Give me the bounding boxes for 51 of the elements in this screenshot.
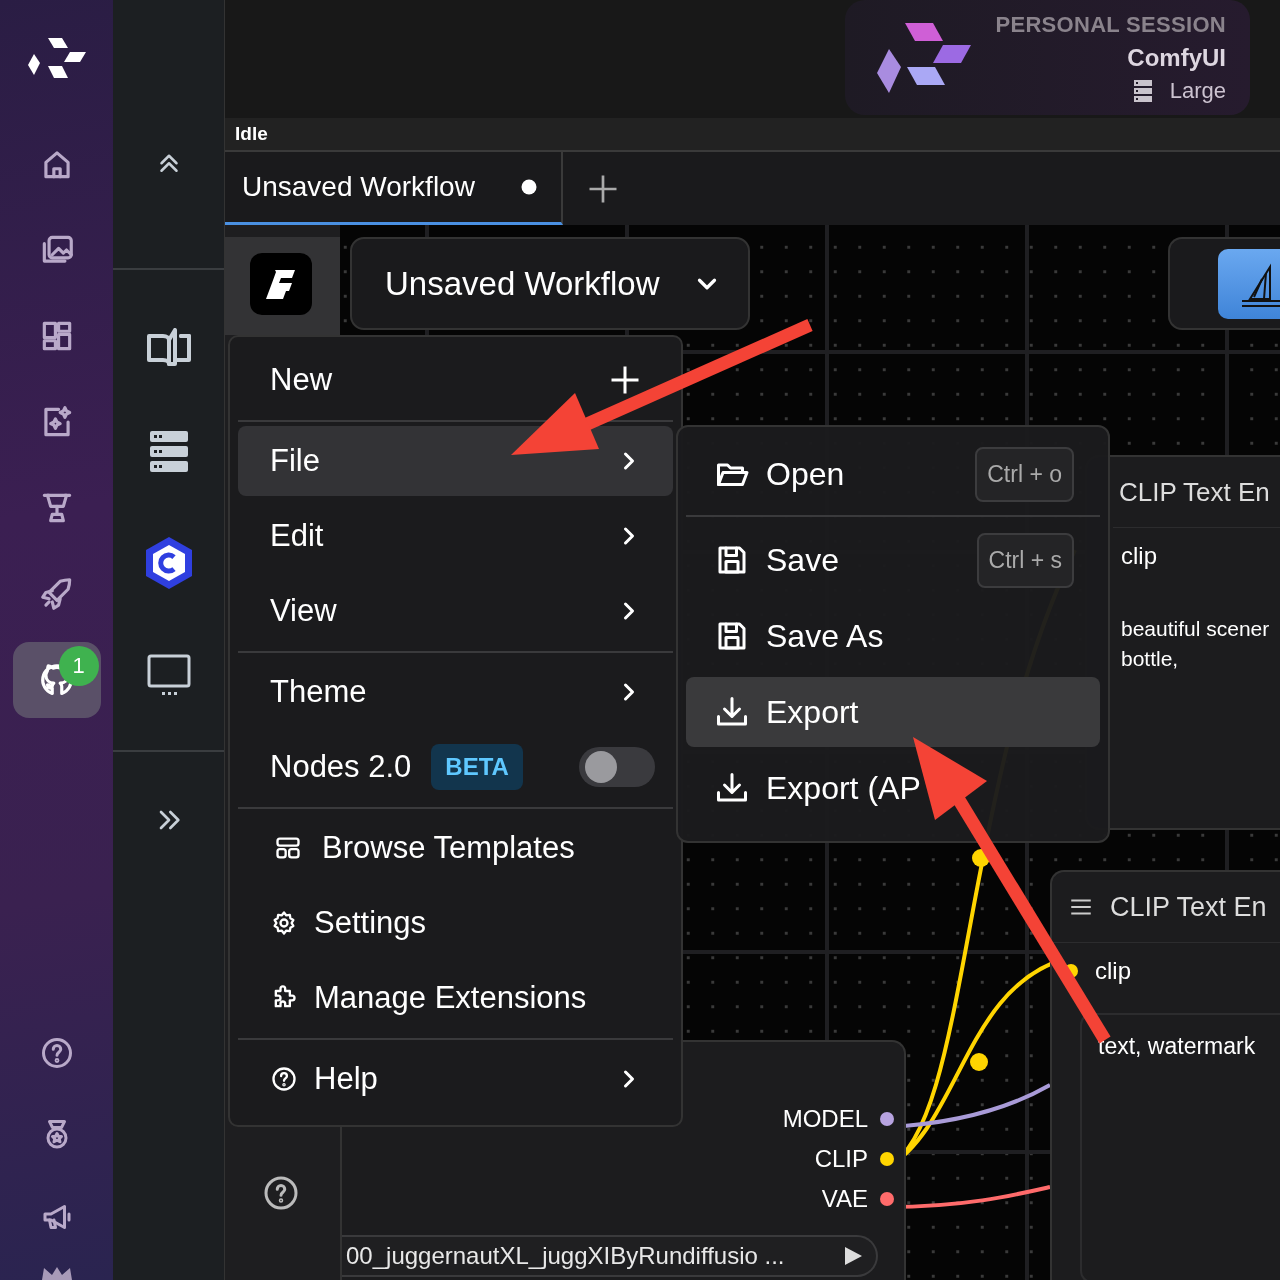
menu-item[interactable]: Browse Templates <box>238 813 673 883</box>
server-stack-icon[interactable] <box>148 430 189 474</box>
server-icon <box>1133 79 1152 102</box>
session-name: ComfyUI <box>1127 43 1226 72</box>
menu-item[interactable]: New <box>238 345 673 415</box>
beta-badge: BETA <box>431 744 523 790</box>
prompt-text-line: beautiful scener <box>1121 616 1271 642</box>
monitor-icon[interactable] <box>145 652 192 698</box>
input-socket-icon[interactable] <box>1064 964 1078 978</box>
output-label: CLIP <box>814 1145 868 1173</box>
output-socket[interactable] <box>880 1152 894 1166</box>
help-icon <box>270 1065 298 1093</box>
output-socket[interactable] <box>880 1112 894 1126</box>
hexagon-logo-icon[interactable] <box>143 536 194 590</box>
session-size-label: Large <box>1169 77 1226 104</box>
node-title: CLIP Text En <box>1119 476 1270 508</box>
unsaved-dot-icon <box>521 179 537 195</box>
prompt-text-line: bottle, <box>1121 646 1180 672</box>
menu-item[interactable]: Nodes 2.0 BETA <box>238 732 673 802</box>
menu-item[interactable]: Edit <box>238 501 673 571</box>
output-label: MODEL <box>782 1105 868 1133</box>
menu-item[interactable]: Export <box>686 677 1100 747</box>
model-selector[interactable]: 00_juggernautXL_juggXIByRundiffusio ... <box>342 1235 878 1277</box>
workflow-dropdown[interactable]: Unsaved Workflow <box>350 237 750 330</box>
menu-item[interactable]: Manage Extensions <box>238 963 673 1033</box>
menu-item[interactable]: File <box>238 426 673 496</box>
app-button[interactable] <box>1218 248 1280 319</box>
shortcut-key: Ctrl + o <box>975 446 1074 502</box>
toggle-switch[interactable] <box>579 747 655 787</box>
session-card[interactable]: PERSONAL SESSION ComfyUI Large <box>845 0 1250 115</box>
help-icon[interactable] <box>263 1175 299 1211</box>
input-label: clip <box>1095 957 1131 985</box>
crown-icon <box>39 1266 74 1280</box>
prompt-field[interactable]: text, watermark <box>1080 1013 1280 1280</box>
prompt-text-line: text, watermark <box>1098 1032 1257 1061</box>
session-label: PERSONAL SESSION <box>995 11 1226 38</box>
menu-item[interactable]: View <box>238 576 673 646</box>
notification-badge: 1 <box>58 646 99 686</box>
node-card[interactable]: CLIP Text En clip text, watermark <box>1050 870 1280 1280</box>
menu-item[interactable]: Settings <box>238 888 673 958</box>
output-label: VAE <box>821 1185 868 1213</box>
status-text: Idle <box>235 123 268 145</box>
menu-item[interactable]: Theme <box>238 657 673 727</box>
book-icon[interactable] <box>144 328 193 368</box>
node-canvas[interactable] <box>225 225 1280 1280</box>
shortcut-key: Ctrl + s <box>976 532 1074 588</box>
output-socket[interactable] <box>880 1192 894 1206</box>
play-icon <box>842 1245 864 1267</box>
app-menu-button[interactable] <box>250 253 312 315</box>
input-label: clip <box>1121 542 1157 570</box>
node-title: CLIP Text En <box>1110 891 1267 923</box>
